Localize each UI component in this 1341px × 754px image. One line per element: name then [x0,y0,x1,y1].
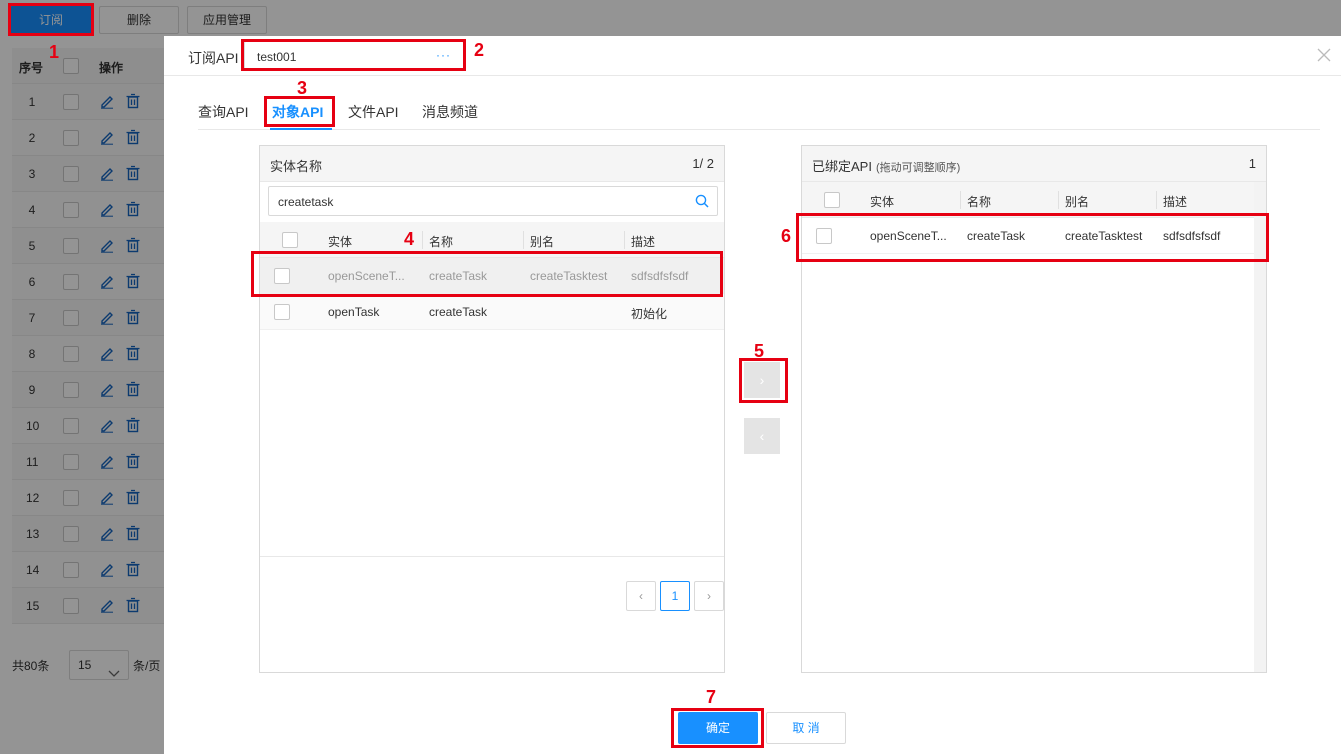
col-entity: 实体 [870,195,895,209]
tab-message-channel[interactable]: 消息频道 [422,102,478,122]
next-page-button[interactable]: › [694,581,724,611]
search-value: createtask [278,195,334,209]
bound-api-panel-title: 已绑定API (拖动可调整顺序) [812,156,960,175]
col-entity: 实体 [328,235,353,249]
page-1-button[interactable]: 1 [660,581,690,611]
search-icon[interactable] [695,194,709,208]
annotation-box [796,213,1269,262]
bound-api-panel-header: 已绑定API (拖动可调整顺序) 1 [802,146,1266,182]
cancel-button[interactable]: 取 消 [766,712,846,744]
annotation-number: 7 [706,687,717,707]
column-divider [1156,191,1157,209]
entity-panel-count: 1/ 2 [692,156,714,171]
col-name: 名称 [967,195,992,209]
entity-panel: 实体名称 1/ 2 createtask 实体 名称 别名 描述 openSce… [259,145,725,673]
modal-title: 订阅API [188,50,239,66]
column-divider [422,231,423,249]
column-divider [960,191,961,209]
entity-panel-title: 实体名称 [270,159,323,174]
row-name: createTask [429,305,488,319]
annotation-box [739,358,788,403]
close-icon[interactable] [1317,48,1331,62]
annotation-box [241,39,466,71]
column-divider [523,231,524,249]
col-alias: 别名 [1065,195,1090,209]
annotation-number: 2 [474,40,485,60]
column-divider [1058,191,1059,209]
row-desc: 初始化 [631,307,668,321]
bound-api-count: 1 [1248,156,1256,171]
entity-panel-header: 实体名称 1/ 2 [260,146,724,182]
table-row[interactable]: openTask createTask 初始化 [260,294,724,330]
col-desc: 描述 [631,235,656,249]
annotation-box [671,708,764,748]
row-checkbox[interactable] [274,304,290,320]
tab-query-api[interactable]: 查询API [198,102,249,122]
column-divider [624,231,625,249]
annotation-box [8,3,94,36]
entity-search-input[interactable]: createtask [268,186,718,216]
annotation-box [264,96,335,127]
entity-select-all-checkbox[interactable] [282,232,298,248]
api-type-tabs: 查询API 对象API 文件API 消息频道 [198,94,1320,130]
bound-api-title-text: 已绑定API [812,159,872,174]
col-desc: 描述 [1163,195,1188,209]
active-tab-indicator [270,128,332,130]
annotation-number: 6 [781,226,792,246]
bound-select-all-checkbox[interactable] [824,192,840,208]
move-left-button[interactable]: ‹ [744,418,780,454]
col-name: 名称 [429,235,454,249]
annotation-number: 4 [404,229,415,249]
divider [260,556,724,557]
col-alias: 别名 [530,235,555,249]
annotation-number: 5 [754,341,765,361]
row-entity: openTask [328,305,380,319]
annotation-box [251,251,723,297]
bound-api-hint: (拖动可调整顺序) [875,162,961,174]
annotation-number: 1 [49,42,60,62]
annotation-number: 3 [297,78,308,98]
tab-file-api[interactable]: 文件API [348,102,399,122]
prev-page-button[interactable]: ‹ [626,581,656,611]
